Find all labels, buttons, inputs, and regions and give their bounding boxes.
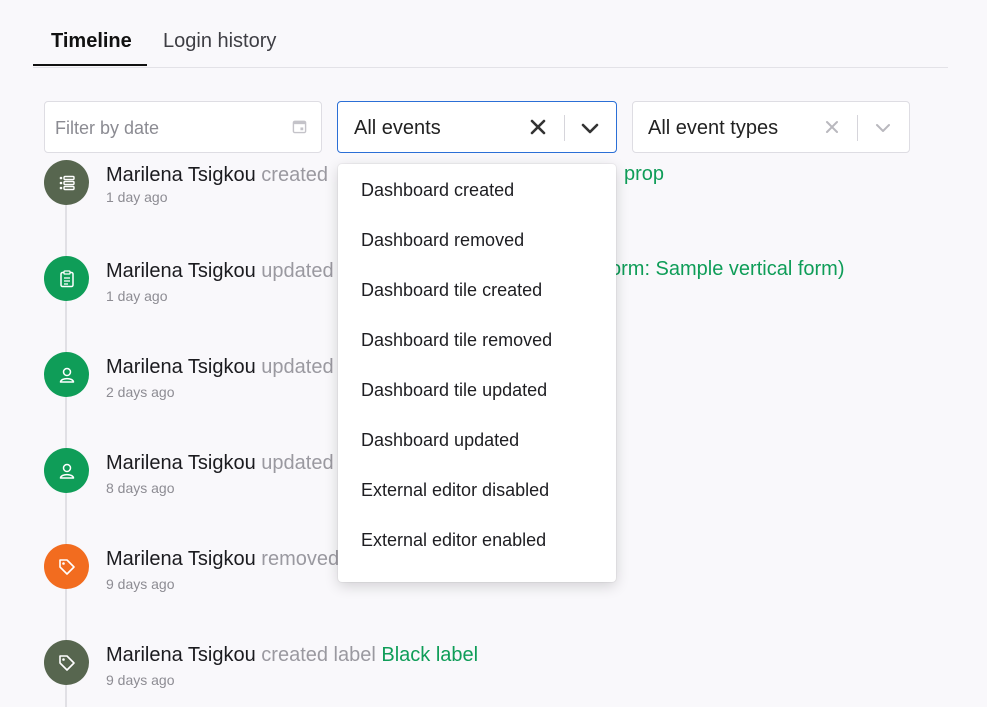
dropdown-option[interactable]: Dashboard tile updated [361,380,547,401]
dropdown-option[interactable]: Dashboard tile removed [361,330,552,351]
event-time: 1 day ago [106,288,168,304]
dropdown-option[interactable]: External editor enabled [361,530,546,551]
chevron-down-icon[interactable] [580,118,600,138]
tab-login-history[interactable]: Login history [163,30,276,53]
tag-icon [58,654,75,671]
event-line: Marilena Tsigkou updated [106,260,334,283]
event-action: updated [261,452,334,474]
active-tab-indicator [33,64,147,66]
events-select[interactable]: All events [337,101,617,153]
event-action: updated [261,356,334,378]
clipboard-icon [59,269,74,287]
dropdown-option[interactable]: Dashboard updated [361,430,519,451]
event-target-link[interactable]: Black label [381,644,478,666]
select-separator [564,115,565,141]
event-types-select-value: All event types [648,117,779,139]
event-line: Marilena Tsigkou updated [106,356,334,379]
event-avatar [44,544,89,589]
event-time: 1 day ago [106,189,168,205]
event-avatar [44,352,89,397]
event-avatar [44,256,89,301]
list-icon [59,175,75,190]
chevron-down-icon[interactable] [873,118,893,138]
event-action: created [261,164,328,186]
event-avatar [44,640,89,685]
dropdown-option[interactable]: Dashboard created [361,180,514,201]
user-icon [59,367,74,383]
event-user[interactable]: Marilena Tsigkou [106,356,256,378]
event-user[interactable]: Marilena Tsigkou [106,452,256,474]
calendar-icon [292,120,307,134]
event-action: removed [261,548,340,570]
event-action: created label [261,644,376,666]
events-select-value: All events [354,117,441,139]
clear-icon[interactable] [529,118,547,136]
date-filter-input[interactable]: Filter by date [44,101,322,153]
dropdown-option[interactable]: Dashboard tile created [361,280,542,301]
event-time: 9 days ago [106,672,175,688]
event-user[interactable]: Marilena Tsigkou [106,548,256,570]
clear-icon[interactable] [823,118,841,136]
tag-icon [58,558,75,575]
event-line: Marilena Tsigkou created label Black lab… [106,644,478,667]
event-types-select[interactable]: All event types [632,101,910,153]
event-action: updated [261,260,334,282]
event-user[interactable]: Marilena Tsigkou [106,644,256,666]
event-line: Marilena Tsigkou created [106,164,328,187]
events-dropdown-menu: Dashboard created Dashboard removed Dash… [338,164,616,582]
event-line: Marilena Tsigkou updated [106,452,334,475]
select-separator [857,115,858,141]
date-filter-placeholder: Filter by date [55,118,160,138]
event-time: 8 days ago [106,480,175,496]
tab-bar: Timeline Login history [33,0,948,68]
event-time: 9 days ago [106,576,175,592]
event-target-link[interactable]: prop [624,163,664,186]
tab-timeline[interactable]: Timeline [51,30,132,53]
timeline-line [65,170,67,707]
event-user[interactable]: Marilena Tsigkou [106,260,256,282]
event-avatar [44,160,89,205]
user-icon [59,463,74,479]
dropdown-option[interactable]: Dashboard removed [361,230,524,251]
event-target-link[interactable]: orm: Sample vertical form) [610,258,845,281]
timeline-event: Marilena Tsigkou created label Black lab… [44,640,944,688]
event-line: Marilena Tsigkou removed [106,548,339,571]
event-time: 2 days ago [106,384,175,400]
event-user[interactable]: Marilena Tsigkou [106,164,256,186]
dropdown-option[interactable]: External editor disabled [361,480,549,501]
event-avatar [44,448,89,493]
